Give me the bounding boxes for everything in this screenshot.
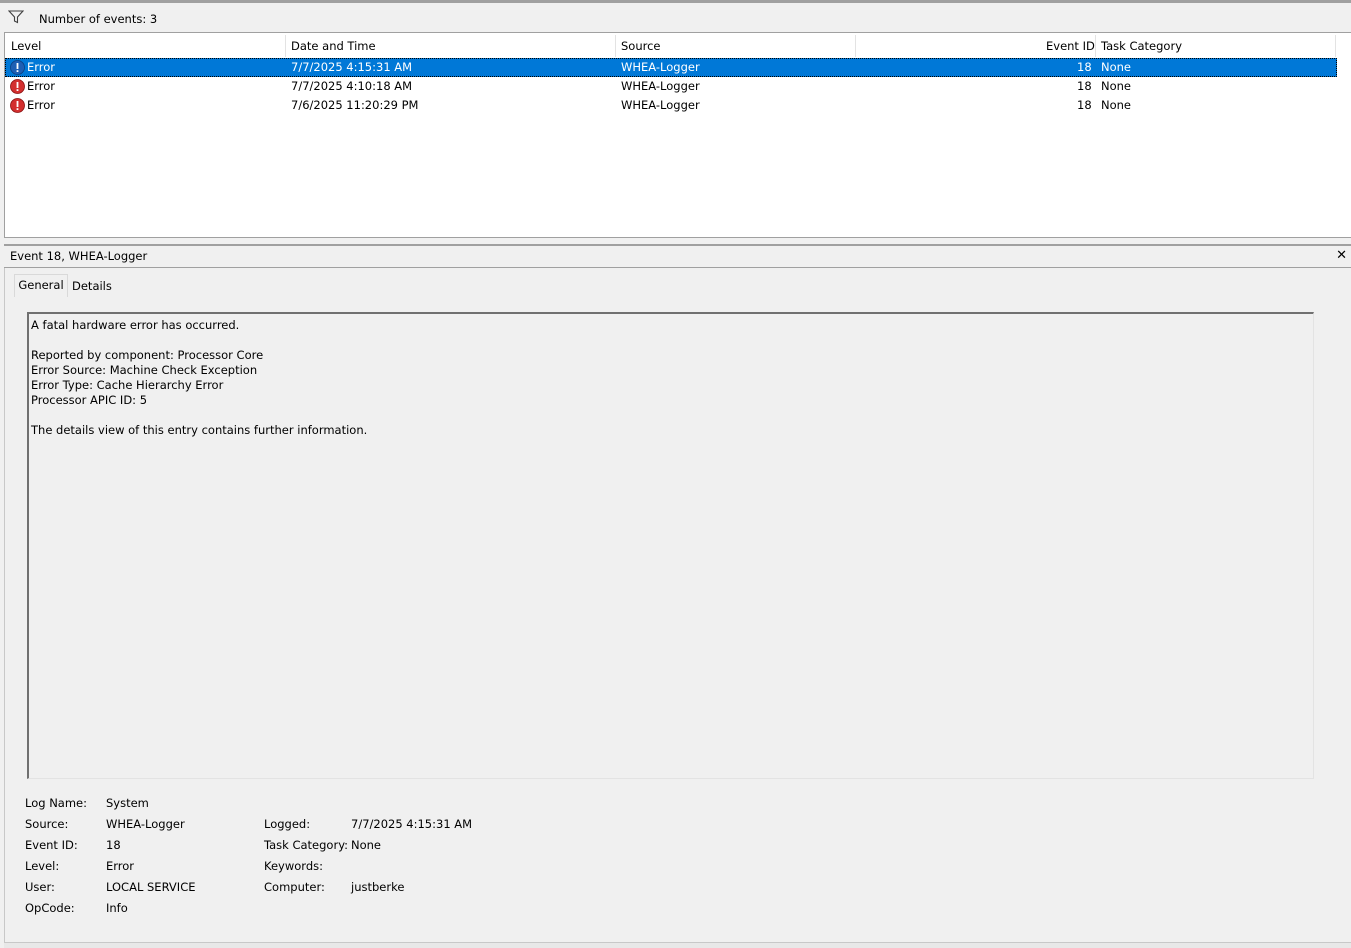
event-description[interactable]: A fatal hardware error has occurred. Rep… [27, 312, 1314, 779]
tab-details[interactable]: Details [72, 276, 112, 296]
row-source: WHEA-Logger [621, 98, 700, 112]
row-event-id: 18 [1077, 60, 1092, 74]
logged-value: 7/7/2025 4:15:31 AM [351, 817, 473, 831]
column-header-source[interactable]: Source [621, 37, 661, 56]
description-line: Error Source: Machine Check Exception [31, 363, 258, 377]
close-icon[interactable]: ✕ [1336, 248, 1347, 263]
logged-label: Logged: [264, 817, 311, 831]
event-list[interactable]: Level Date and Time Source Event ID Task… [4, 32, 1351, 238]
computer-label: Computer: [264, 880, 325, 894]
row-task-category: None [1101, 98, 1132, 112]
description-line: Reported by component: Processor Core [31, 348, 264, 362]
task-category-value: None [351, 838, 382, 852]
event-id-value: 18 [106, 838, 121, 852]
computer-value: justberke [351, 880, 405, 894]
description-line: A fatal hardware error has occurred. [31, 318, 240, 332]
tab-general[interactable]: General [14, 274, 68, 297]
row-datetime: 7/7/2025 4:10:18 AM [291, 79, 413, 93]
detail-bottom-border [4, 942, 1351, 948]
row-level: Error [27, 60, 56, 74]
row-datetime: 7/7/2025 4:15:31 AM [291, 60, 413, 74]
column-header-level[interactable]: Level [11, 37, 41, 56]
level-label: Level: [25, 859, 60, 873]
detail-left-border [4, 268, 5, 947]
task-category-label: Task Category: [264, 838, 349, 852]
description-line [31, 408, 1311, 423]
event-row[interactable]: Error 7/7/2025 4:10:18 AM WHEA-Logger 18… [5, 77, 1337, 96]
detail-header: Event 18, WHEA-Logger ✕ [4, 244, 1351, 268]
column-header-event-id[interactable]: Event ID [1046, 37, 1095, 56]
row-task-category: None [1101, 60, 1132, 74]
description-line: Processor APIC ID: 5 [31, 393, 148, 407]
row-event-id: 18 [1077, 79, 1092, 93]
row-level: Error [27, 79, 56, 93]
event-row[interactable]: Error 7/6/2025 11:20:29 PM WHEA-Logger 1… [5, 96, 1337, 115]
error-icon [10, 60, 25, 75]
opcode-label: OpCode: [25, 901, 75, 915]
error-icon [10, 98, 25, 113]
log-name-value: System [106, 796, 149, 810]
source-value: WHEA-Logger [106, 817, 185, 831]
filter-bar: Number of events: 3 [0, 0, 1351, 32]
row-source: WHEA-Logger [621, 60, 700, 74]
source-label: Source: [25, 817, 69, 831]
error-icon [10, 79, 25, 94]
log-name-label: Log Name: [25, 796, 87, 810]
user-label: User: [25, 880, 55, 894]
description-line: The details view of this entry contains … [31, 423, 368, 437]
column-header-task-category[interactable]: Task Category [1101, 37, 1182, 56]
user-value: LOCAL SERVICE [106, 880, 196, 894]
event-count-label: Number of events: 3 [39, 12, 158, 26]
description-line: Error Type: Cache Hierarchy Error [31, 378, 224, 392]
filter-icon[interactable] [8, 10, 24, 24]
description-line [31, 333, 1311, 348]
column-header-date-time[interactable]: Date and Time [291, 37, 376, 56]
row-source: WHEA-Logger [621, 79, 700, 93]
keywords-label: Keywords: [264, 859, 323, 873]
opcode-value: Info [106, 901, 128, 915]
event-row[interactable]: Error 7/7/2025 4:15:31 AM WHEA-Logger 18… [5, 58, 1337, 77]
event-id-label: Event ID: [25, 838, 78, 852]
row-level: Error [27, 98, 56, 112]
detail-title: Event 18, WHEA-Logger [10, 249, 148, 263]
row-event-id: 18 [1077, 98, 1092, 112]
level-value: Error [106, 859, 135, 873]
row-task-category: None [1101, 79, 1132, 93]
row-datetime: 7/6/2025 11:20:29 PM [291, 98, 419, 112]
